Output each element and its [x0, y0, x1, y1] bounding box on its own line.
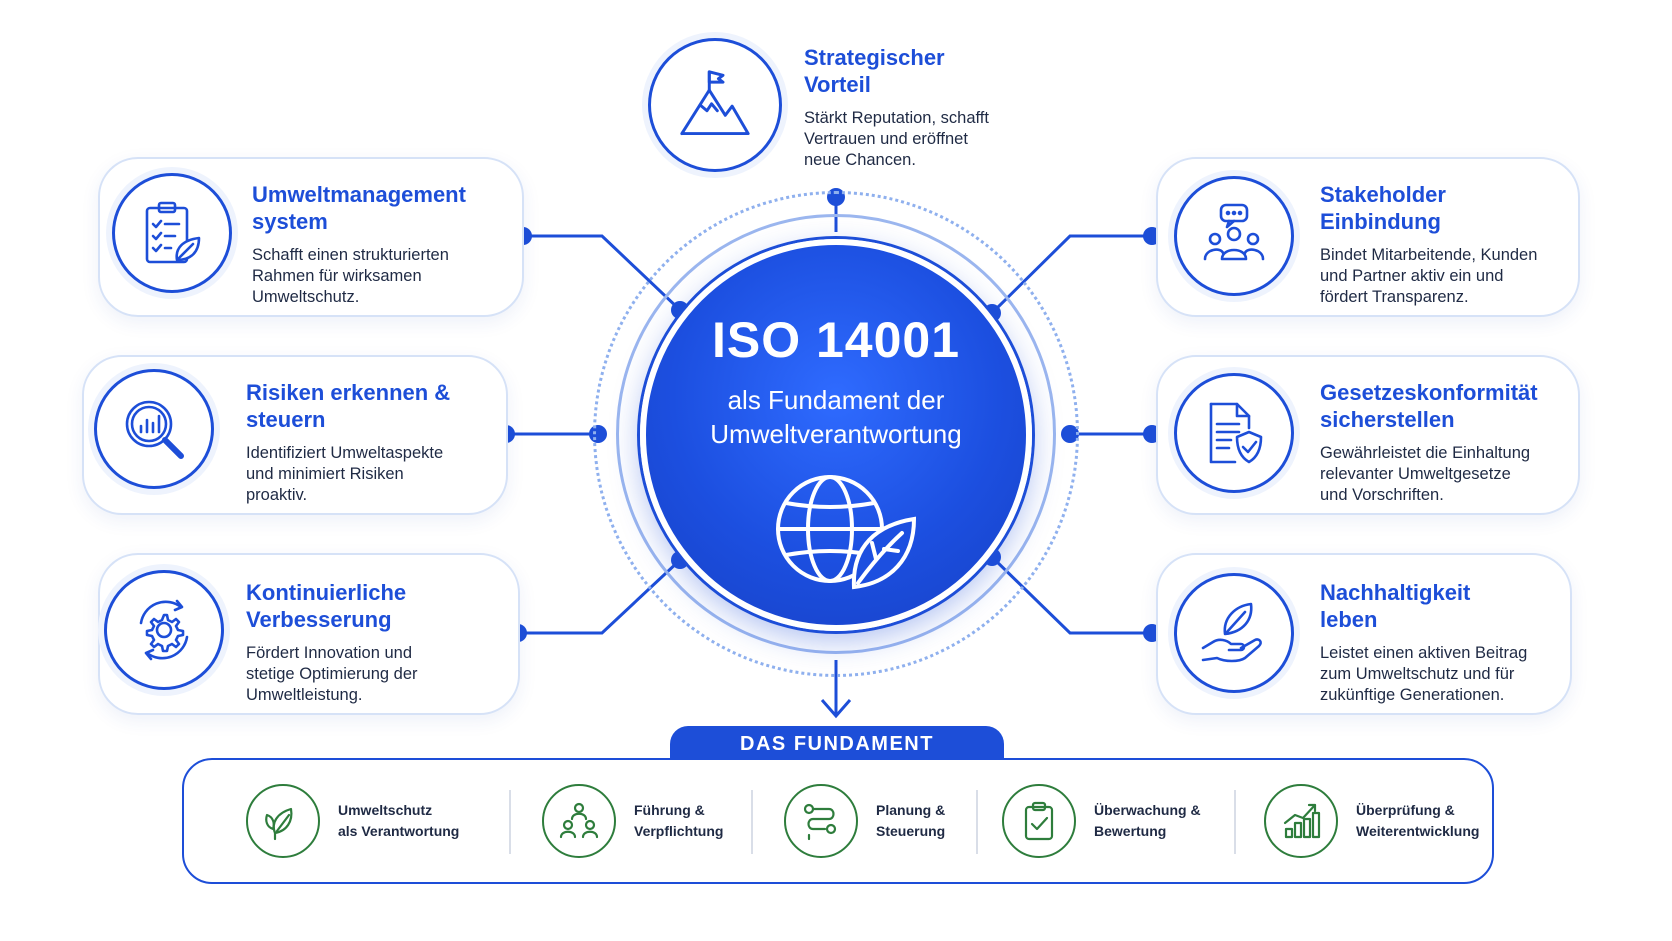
sustainability-icon-ring	[1174, 573, 1294, 693]
risk-text: Risiken erkennen & steuern Identifiziert…	[246, 379, 450, 506]
iso14001-diagram: ISO 14001 als Fundament der Umweltverant…	[0, 0, 1672, 941]
ems-text: Umweltmanagement system Schafft einen st…	[252, 181, 466, 308]
stakeholder-icon-ring	[1174, 176, 1294, 296]
foundation-divider	[976, 790, 978, 854]
ems-title: Umweltmanagement system	[252, 182, 466, 234]
improvement-icon-ring	[104, 570, 224, 690]
center-subtitle: als Fundament der Umweltverantwortung	[710, 385, 962, 449]
foundation-icon-ring	[542, 784, 616, 858]
checklist-leaf-icon	[145, 201, 201, 264]
strategic-title: Strategischer Vorteil	[804, 45, 945, 97]
center-hub: ISO 14001 als Fundament der Umweltverant…	[640, 239, 1032, 631]
foundation-item-label: Umweltschutz als Verantwortung	[338, 802, 460, 839]
stakeholder-title: Stakeholder Einbindung	[1320, 182, 1446, 234]
route-icon	[803, 803, 837, 841]
foundation-icon-ring	[784, 784, 858, 858]
stakeholder-text: Stakeholder Einbindung Bindet Mitarbeite…	[1320, 181, 1537, 308]
strategic-text: Strategischer Vorteil Stärkt Reputation,…	[804, 44, 989, 171]
compliance-title: Gesetzeskonformität sicherstellen	[1320, 380, 1538, 432]
foundation-item-label: Führung & Verpflichtung	[634, 802, 724, 839]
risk-icon-ring	[94, 369, 214, 489]
foundation-box: Umweltschutz als Verantwortung Führung &…	[182, 758, 1494, 884]
compliance-icon-ring	[1174, 373, 1294, 493]
foundation-icon-ring	[246, 784, 320, 858]
leaves-icon	[265, 807, 293, 841]
center-title: ISO 14001	[711, 312, 961, 368]
sustainability-title: Nachhaltigkeit leben	[1320, 580, 1471, 632]
team-icon	[559, 802, 599, 839]
strategic-icon-ring	[648, 38, 782, 172]
ems-icon-ring	[112, 173, 232, 293]
compliance-text: Gesetzeskonformität sicherstellen Gewähr…	[1320, 379, 1538, 506]
foundation-item-label: Überwachung & Bewertung	[1094, 802, 1201, 839]
foundation-label: DAS FUNDAMENT	[670, 726, 1004, 762]
magnifier-chart-icon	[125, 400, 184, 459]
strategic-desc: Stärkt Reputation, schafft Vertrauen und…	[804, 109, 989, 169]
ems-desc: Schafft einen strukturierten Rahmen für …	[252, 246, 449, 306]
foundation-divider	[751, 790, 753, 854]
foundation-icon-ring	[1264, 784, 1338, 858]
foundation-divider	[509, 790, 511, 854]
improvement-title: Kontinuierliche Verbesserung	[246, 580, 407, 632]
mountain-flag-icon	[680, 70, 750, 136]
risk-title: Risiken erkennen & steuern	[246, 380, 451, 432]
risk-desc: Identifiziert Umweltaspekte und minimier…	[246, 444, 444, 504]
people-chat-icon	[1203, 203, 1265, 261]
foundation-item-label: Planung & Steuerung	[876, 802, 946, 839]
compliance-desc: Gewährleistet die Einhaltung relevanter …	[1320, 444, 1531, 504]
hand-leaf-icon	[1201, 602, 1262, 663]
growth-chart-icon	[1283, 803, 1321, 839]
foundation-icon-ring	[1002, 784, 1076, 858]
globe-leaf-icon	[776, 475, 917, 590]
improvement-desc: Fördert Innovation und stetige Optimieru…	[246, 644, 418, 704]
sustainability-text: Nachhaltigkeit leben Leistet einen aktiv…	[1320, 579, 1527, 706]
gear-cycle-icon	[139, 599, 189, 661]
improvement-text: Kontinuierliche Verbesserung Fördert Inn…	[246, 579, 418, 706]
stakeholder-desc: Bindet Mitarbeitende, Kunden und Partner…	[1320, 246, 1538, 306]
foundation-item-label: Überprüfung & Weiterentwicklung	[1356, 802, 1480, 839]
clipboard-check-icon	[1024, 801, 1054, 841]
document-shield-icon	[1209, 402, 1263, 464]
sustainability-desc: Leistet einen aktiven Beitrag zum Umwelt…	[1320, 644, 1528, 704]
foundation-divider	[1234, 790, 1236, 854]
